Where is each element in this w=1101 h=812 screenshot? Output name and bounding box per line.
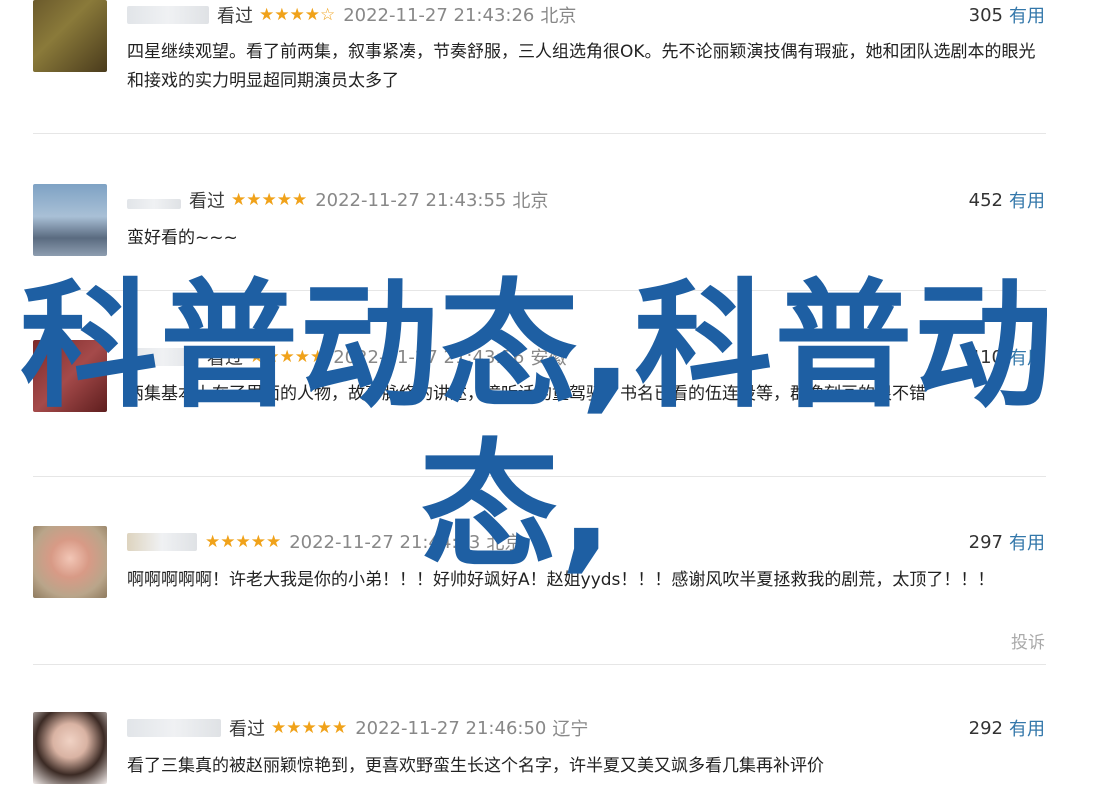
useful-button[interactable]: 有用 <box>1009 187 1045 213</box>
vote-count: 410 <box>968 346 1003 368</box>
comment-text: 两集基本上在了里面的人物，故事脉络的讲述，撞听话的童驾骑，书名已看的伍连设等，群… <box>127 384 926 404</box>
username[interactable] <box>127 6 209 24</box>
vote-area: 292 有用 <box>968 715 1045 741</box>
vote-count: 452 <box>968 189 1003 211</box>
username[interactable] <box>127 533 197 551</box>
comment-meta: 看过 ★★★★★ 2022-11-27 21:43:55 北京 <box>127 188 548 212</box>
comment-meta: 看过 ★★★★★ 2022-11-27 21:46:50 辽宁 <box>127 716 588 740</box>
user-avatar[interactable] <box>33 184 107 256</box>
comment-text: 四星继续观望。看了前两集，叙事紧凑，节奏舒服，三人组选角很OK。先不论丽颖演技偶… <box>127 42 1036 91</box>
username[interactable] <box>127 348 199 366</box>
comment-time: 2022-11-27 21:46:50 <box>355 717 547 739</box>
comment-location: 北京 <box>486 533 523 554</box>
username[interactable] <box>127 199 181 209</box>
rating-stars: ★★★★★ <box>231 190 308 210</box>
watch-status: 看过 <box>229 719 265 740</box>
user-avatar[interactable] <box>33 712 107 784</box>
divider <box>33 133 1046 134</box>
comment-meta: 看过 ★★★★★ 2022-11-27 21:43:56 安徽 <box>127 345 566 369</box>
comment-time: 2022-11-27 21:43:55 <box>315 189 507 211</box>
username[interactable] <box>127 719 221 737</box>
comment-meta: ★★★★★ 2022-11-27 21:44:13 北京 <box>127 530 522 554</box>
watch-status: 看过 <box>217 6 253 27</box>
comment-time: 2022-11-27 21:43:26 <box>343 4 535 26</box>
vote-count: 305 <box>968 4 1003 26</box>
user-avatar[interactable] <box>33 526 107 598</box>
report-button[interactable]: 投诉 <box>1011 628 1045 653</box>
divider <box>33 476 1046 477</box>
comment-location: 北京 <box>540 6 577 27</box>
vote-count: 292 <box>968 717 1003 739</box>
user-avatar[interactable] <box>33 340 107 412</box>
comment-location: 辽宁 <box>552 719 589 740</box>
vote-count: 297 <box>968 531 1003 553</box>
comment-time: 2022-11-27 21:44:13 <box>289 531 481 553</box>
watch-status: 看过 <box>189 191 225 212</box>
rating-stars: ★★★★★ <box>205 532 282 552</box>
vote-area: 452 有用 <box>968 187 1045 213</box>
rating-stars: ★★★★★ <box>271 718 348 738</box>
user-avatar[interactable] <box>33 0 107 72</box>
divider <box>33 664 1046 665</box>
useful-button[interactable]: 有用 <box>1009 2 1045 28</box>
rating-stars: ★★★★★ <box>249 347 326 367</box>
vote-area: 297 有用 <box>968 529 1045 555</box>
comment-time: 2022-11-27 21:43:56 <box>333 346 525 368</box>
watch-status: 看过 <box>207 348 243 369</box>
useful-button[interactable]: 有用 <box>1009 529 1045 555</box>
comment-meta: 看过 ★★★★☆ 2022-11-27 21:43:26 北京 <box>127 3 576 27</box>
rating-stars: ★★★★☆ <box>259 5 336 25</box>
comment-location: 安徽 <box>530 348 567 369</box>
useful-button[interactable]: 有用 <box>1009 344 1045 370</box>
vote-area: 305 有用 <box>968 2 1045 28</box>
comment-text: 蛮好看的~~~ <box>127 228 238 248</box>
divider <box>33 290 1046 291</box>
vote-area: 410 有用 <box>968 344 1045 370</box>
comment-text: 看了三集真的被赵丽颖惊艳到，更喜欢野蛮生长这个名字，许半夏又美又飒多看几集再补评… <box>127 756 824 776</box>
comment-location: 北京 <box>512 191 549 212</box>
useful-button[interactable]: 有用 <box>1009 715 1045 741</box>
comment-text: 啊啊啊啊啊！许老大我是你的小弟！！！好帅好飒好A！赵姐yyds！！！感谢风吹半夏… <box>127 570 995 590</box>
